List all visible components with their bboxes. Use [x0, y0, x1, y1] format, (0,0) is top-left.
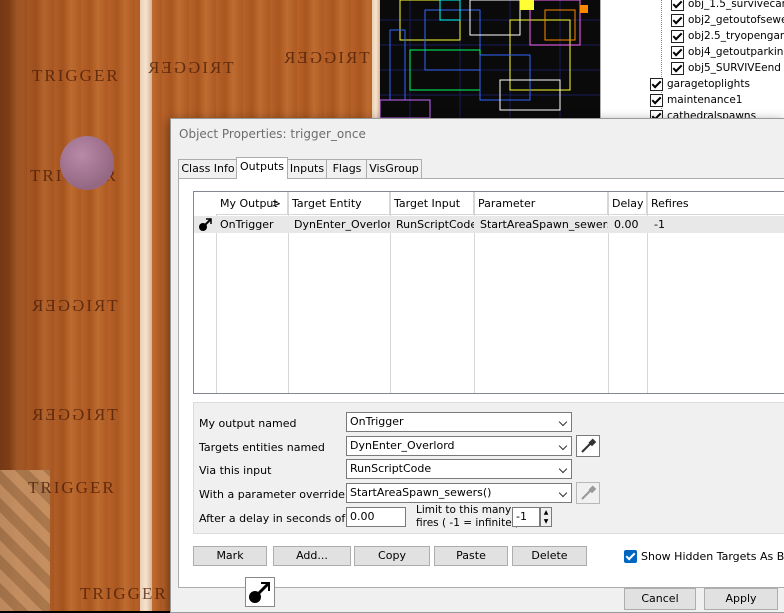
chevron-down-icon	[558, 464, 568, 474]
eyedropper-icon	[581, 485, 597, 500]
chevron-down-icon	[558, 441, 568, 451]
tree-item[interactable]: garagetoplights	[650, 76, 750, 92]
paste-button[interactable]: Paste	[434, 546, 508, 566]
check-icon[interactable]	[650, 77, 663, 91]
wall-trigger-text: TRIGGER	[32, 66, 120, 85]
tab-visgroup[interactable]: VisGroup	[366, 159, 422, 178]
tree-item[interactable]: obj4_getoutparking	[671, 44, 784, 60]
dialog-title: Object Properties: trigger_once	[179, 127, 366, 141]
wall-trigger-text: TRIGGER	[282, 48, 370, 67]
wall-seam	[140, 0, 152, 611]
param-label: With a parameter override of	[199, 488, 360, 501]
target-label: Targets entities named	[199, 441, 325, 454]
mark-button[interactable]: Mark	[193, 546, 267, 566]
header-refires[interactable]: Refires	[647, 192, 784, 215]
table-row[interactable]: OnTrigger DynEnter_Overlord RunScriptCod…	[194, 216, 784, 233]
wall-trigger-text: TRIGGER	[80, 584, 168, 603]
input-label: Via this input	[199, 464, 272, 477]
cell-delay: 0.00	[614, 218, 639, 231]
wall-trigger-text: TRIGGER	[30, 296, 118, 315]
tree-item[interactable]: obj5_SURVIVEend	[671, 60, 781, 76]
wall-trigger-text: TRIGGER	[28, 478, 116, 497]
spin-down-icon[interactable]: ▼	[541, 517, 551, 526]
object-properties-dialog: Object Properties: trigger_once Class In…	[170, 118, 784, 613]
check-icon[interactable]	[671, 45, 684, 59]
fire-limit-input[interactable]: -1	[512, 507, 540, 527]
map-wireframe	[380, 0, 600, 118]
output-connection-icon	[199, 218, 212, 231]
visgroup-tree[interactable]: obj_1.5_survivecar obj2_getoutofsewe obj…	[600, 0, 784, 118]
cell-target: DynEnter_Overlord	[294, 218, 390, 231]
tree-item[interactable]: obj_1.5_survivecar	[671, 0, 784, 12]
tab-flags[interactable]: Flags	[326, 159, 368, 178]
output-connection-icon	[249, 582, 270, 603]
header-delay[interactable]: Delay	[608, 192, 647, 215]
wall-trigger-text: TRIGGER	[30, 405, 118, 424]
check-icon[interactable]	[671, 0, 684, 11]
pick-entity-button[interactable]	[576, 435, 600, 457]
outputs-list[interactable]: My Output > Target Entity Target Input P…	[193, 191, 784, 394]
show-hidden-checkbox[interactable]	[624, 550, 637, 563]
header-target-entity[interactable]: Target Entity	[288, 192, 390, 215]
cell-output: OnTrigger	[220, 218, 274, 231]
cell-input: RunScriptCode	[396, 218, 474, 231]
tree-item[interactable]: maintenance1	[650, 92, 742, 108]
apply-button[interactable]: Apply	[704, 588, 778, 610]
output-label: My output named	[199, 417, 297, 430]
tree-item[interactable]: obj2.5_tryopengar	[671, 28, 784, 44]
delay-input[interactable]: 0.00	[346, 507, 406, 527]
add-button[interactable]: Add...	[273, 546, 351, 566]
output-edit-form: My output named OnTrigger Targets entiti…	[193, 402, 784, 534]
tab-class-info[interactable]: Class Info	[178, 159, 238, 178]
2d-top-viewport[interactable]	[380, 0, 600, 118]
check-icon[interactable]	[650, 93, 663, 107]
outputs-tab-panel: My Output > Target Entity Target Input P…	[178, 178, 784, 588]
tree-item[interactable]: obj2_getoutofsewe	[671, 12, 784, 28]
cell-parameter: StartAreaSpawn_sewers()	[480, 218, 608, 231]
header-parameter[interactable]: Parameter	[474, 192, 608, 215]
limit-label-line2: fires ( -1 = infinite )	[416, 517, 520, 529]
spin-up-icon[interactable]: ▲	[541, 508, 551, 517]
limit-label-line1: Limit to this many	[416, 504, 512, 516]
cell-refires: -1	[654, 218, 665, 231]
pick-parameter-button[interactable]	[576, 482, 600, 504]
delete-button[interactable]: Delete	[512, 546, 587, 566]
check-icon[interactable]	[671, 61, 684, 75]
tree-item[interactable]: cathedralspawns	[650, 108, 756, 118]
target-combo[interactable]: DynEnter_Overlord	[346, 436, 572, 456]
check-icon[interactable]	[671, 29, 684, 43]
header-my-output[interactable]: My Output >	[216, 192, 288, 215]
show-hidden-label: Show Hidden Targets As Broken	[641, 550, 784, 563]
pink-sphere-model[interactable]	[60, 136, 114, 190]
entity-output-icon	[245, 577, 275, 607]
header-target-input[interactable]: Target Input	[390, 192, 474, 215]
copy-button[interactable]: Copy	[354, 546, 430, 566]
check-icon[interactable]	[671, 13, 684, 27]
tab-outputs[interactable]: Outputs	[236, 157, 288, 179]
delay-label: After a delay in seconds of	[199, 512, 346, 525]
cancel-button[interactable]: Cancel	[624, 588, 696, 610]
chevron-down-icon	[558, 488, 568, 498]
chevron-down-icon	[558, 417, 568, 427]
tab-inputs[interactable]: Inputs	[286, 159, 328, 178]
fire-limit-spinner[interactable]: ▲ ▼	[540, 507, 552, 527]
eyedropper-icon	[581, 438, 597, 453]
wall-trigger-text: TRIGGER	[146, 58, 234, 77]
input-combo[interactable]: RunScriptCode	[346, 459, 572, 479]
parameter-combo[interactable]: StartAreaSpawn_sewers()	[346, 483, 572, 503]
output-combo[interactable]: OnTrigger	[346, 412, 572, 432]
check-icon[interactable]	[650, 109, 663, 118]
